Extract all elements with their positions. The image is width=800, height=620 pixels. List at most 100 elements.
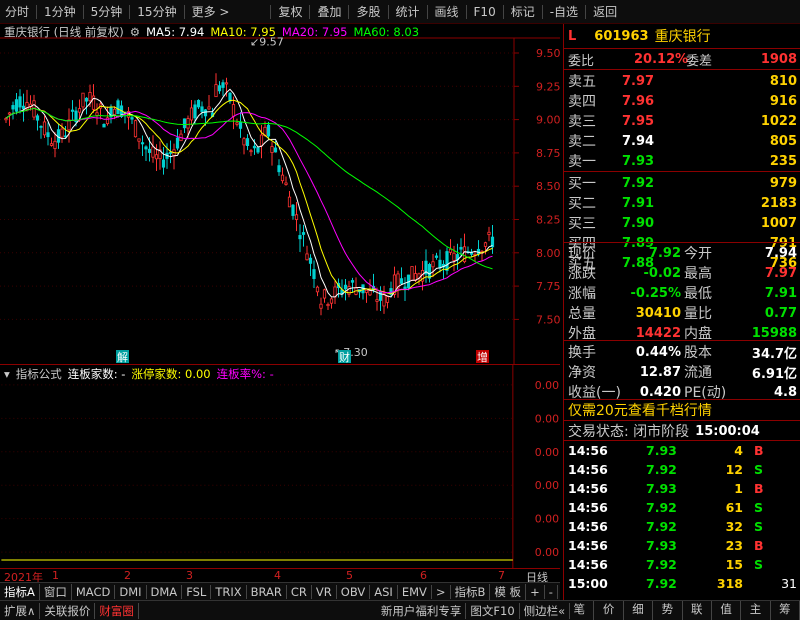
status-item-4[interactable]: 图文F10 <box>466 602 520 619</box>
candle-body <box>186 118 190 129</box>
price-tick-label: 8.50 <box>536 180 560 193</box>
tick-row: 14:56 7.92 12 S <box>564 462 800 479</box>
side-tab-7[interactable]: 筹 <box>771 601 800 620</box>
toolbar-item-9[interactable]: 画线 <box>430 0 464 24</box>
candle-body <box>249 150 253 153</box>
tab-6[interactable]: TRIX <box>211 584 247 599</box>
status-item-2[interactable]: 财富圈 <box>95 602 139 619</box>
tab-15[interactable]: 模 板 <box>490 583 527 600</box>
tab-5[interactable]: FSL <box>182 584 212 599</box>
indicator-series2: 涨停家数: 0.00 <box>131 367 211 381</box>
indicator-series1: 连板家数: - <box>67 367 126 381</box>
toolbar-item-5[interactable]: 复权 <box>273 0 307 24</box>
price-tick-label: 9.00 <box>536 114 560 127</box>
tab-11[interactable]: ASI <box>370 584 398 599</box>
bid-row[interactable]: 买二 7.91 2183 <box>564 194 800 213</box>
tab-14[interactable]: 指标B <box>451 583 491 600</box>
bid-row-price: 7.90 <box>622 215 655 231</box>
chevron-down-icon[interactable]: ▾ <box>4 367 10 381</box>
tab-3[interactable]: DMI <box>115 584 147 599</box>
candle-body <box>273 147 278 153</box>
stat-row: 涨幅 -0.25% 最低 7.91 <box>564 284 800 303</box>
toolbar-item-2[interactable]: 5分钟 <box>86 0 128 24</box>
tab-10[interactable]: OBV <box>337 584 371 599</box>
settings-icon[interactable]: ⚙ <box>130 25 140 39</box>
side-tab-0[interactable]: 笔 <box>565 601 595 620</box>
candle-body <box>21 105 26 110</box>
side-tab-3[interactable]: 势 <box>653 601 683 620</box>
ask-row[interactable]: 卖二 7.94 805 <box>564 132 800 151</box>
candle-body <box>175 137 180 149</box>
tick-row: 14:56 7.92 32 S <box>564 519 800 536</box>
weibi-label: 委比 <box>568 53 595 69</box>
month-label: 6 <box>420 569 427 582</box>
bid-row[interactable]: 买一 7.92 979 <box>564 174 800 193</box>
stat-row: 换手 0.44% 股本 34.7亿 <box>564 343 800 362</box>
candlestick-chart[interactable]: 9.509.259.008.758.508.258.007.757.50↙9.5… <box>0 24 560 364</box>
stat-label: 净资 <box>568 365 596 381</box>
toolbar-item-12[interactable]: -自选 <box>545 0 583 24</box>
tab-13[interactable]: > <box>432 584 451 599</box>
candle-body <box>308 257 313 264</box>
bid-row-price: 7.92 <box>622 175 655 191</box>
tab-0[interactable]: 指标A <box>0 583 40 600</box>
ask-row[interactable]: 卖一 7.93 235 <box>564 152 800 171</box>
quote-panel: L 601963 重庆银行 委比 20.12% 委差 1908 卖五 7.97 810 卖四 7.96… <box>563 24 800 600</box>
ask-row-price: 7.95 <box>622 113 655 129</box>
ma20-label: MA20: 7.95 <box>281 25 348 39</box>
side-tab-1[interactable]: 价 <box>594 601 624 620</box>
status-item-3[interactable]: 新用户福利专享 <box>377 602 467 619</box>
candle-body <box>291 204 295 216</box>
tab-12[interactable]: EMV <box>398 584 432 599</box>
stock-name: 重庆银行 <box>654 29 711 45</box>
status-item-1[interactable]: 关联报价 <box>40 602 96 619</box>
indicator-tick-label: 0.00 <box>535 412 559 425</box>
indicator-chart[interactable]: 0.00 0.00 0.00 0.00 0.00 0.00 <box>0 364 560 568</box>
status-item-0[interactable]: 扩展∧ <box>0 602 41 619</box>
status-item-5[interactable]: 侧边栏« <box>520 602 571 619</box>
candle-body <box>4 117 8 121</box>
tab-17[interactable]: - <box>545 584 558 599</box>
candle-body <box>378 290 383 301</box>
candle-body <box>322 289 327 299</box>
toolbar-item-1[interactable]: 1分钟 <box>39 0 81 24</box>
tab-1[interactable]: 窗口 <box>40 583 72 600</box>
candle-body <box>434 255 439 258</box>
toolbar-item-8[interactable]: 统计 <box>391 0 425 24</box>
bid-row[interactable]: 买三 7.90 1007 <box>564 214 800 233</box>
tab-8[interactable]: CR <box>287 584 312 599</box>
toolbar-item-3[interactable]: 15分钟 <box>132 0 181 24</box>
candle-body <box>151 146 155 158</box>
toolbar-item-6[interactable]: 叠加 <box>312 0 346 24</box>
weibi-row: 委比 20.12% 委差 1908 <box>564 50 800 69</box>
side-tab-6[interactable]: 主 <box>741 601 771 620</box>
tick-volume: 1 <box>734 481 743 496</box>
side-tab-5[interactable]: 值 <box>712 601 742 620</box>
toolbar-item-7[interactable]: 多股 <box>351 0 385 24</box>
tick-time: 14:56 <box>568 557 608 572</box>
toolbar-separator <box>82 4 84 19</box>
side-tab-4[interactable]: 联 <box>683 601 712 620</box>
toolbar-item-0[interactable]: 分时 <box>0 0 34 24</box>
side-tab-2[interactable]: 细 <box>624 601 654 620</box>
toolbar-item-11[interactable]: 标记 <box>506 0 540 24</box>
tab-16[interactable]: + <box>526 584 545 599</box>
ask-row[interactable]: 卖五 7.97 810 <box>564 72 800 91</box>
toolbar-item-10[interactable]: F10 <box>469 0 501 24</box>
indicator-series3: 连板率%: - <box>216 367 274 381</box>
ask-row[interactable]: 卖四 7.96 916 <box>564 92 800 111</box>
tab-9[interactable]: VR <box>312 584 337 599</box>
candle-body <box>95 112 99 116</box>
promo-banner[interactable]: 仅需20元查看千档行情 <box>564 401 800 419</box>
tab-2[interactable]: MACD <box>72 584 116 599</box>
tick-time: 15:00 <box>568 576 608 591</box>
ask-row-volume: 916 <box>769 93 797 109</box>
toolbar-item-13[interactable]: 返回 <box>588 0 622 24</box>
stock-title: 重庆银行 (日线 前复权) <box>4 25 124 39</box>
toolbar-item-4[interactable]: 更多 > <box>187 0 235 24</box>
ask-row[interactable]: 卖三 7.95 1022 <box>564 112 800 131</box>
tab-4[interactable]: DMA <box>147 584 183 599</box>
tab-7[interactable]: BRAR <box>247 584 287 599</box>
candle-body <box>88 91 92 102</box>
indicator-tick-label: 0.00 <box>535 513 559 526</box>
